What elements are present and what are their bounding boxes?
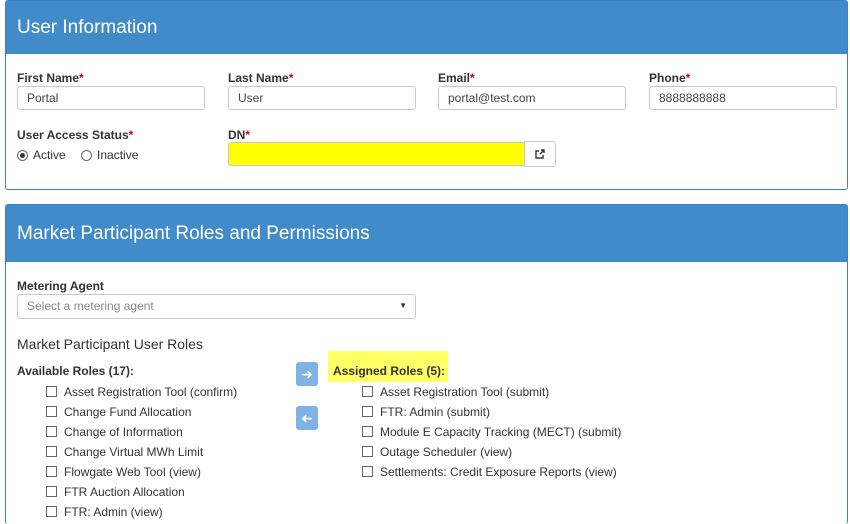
email-label: Email* xyxy=(438,71,475,85)
metering-agent-label: Metering Agent xyxy=(17,279,104,293)
available-roles-label: Available Roles (17): xyxy=(17,364,134,378)
access-status-group: Active Inactive xyxy=(17,148,138,162)
checkbox-icon[interactable] xyxy=(46,426,57,437)
assigned-roles-label: Assigned Roles (5): xyxy=(333,364,446,378)
assigned-role-item[interactable]: Module E Capacity Tracking (MECT) (submi… xyxy=(362,425,621,439)
dn-refresh-button[interactable] xyxy=(524,141,556,167)
arrow-left-icon: ➜ xyxy=(301,410,313,426)
available-role-item[interactable]: Change Virtual MWh Limit xyxy=(46,445,203,459)
checkbox-icon[interactable] xyxy=(46,486,57,497)
phone-label: Phone* xyxy=(649,71,691,85)
first-name-input[interactable]: Portal xyxy=(17,86,205,110)
checkbox-icon[interactable] xyxy=(362,386,373,397)
available-role-item[interactable]: Change of Information xyxy=(46,425,183,439)
radio-active[interactable]: Active xyxy=(17,148,66,162)
roles-header: Market Participant Roles and Permissions xyxy=(6,205,847,262)
checkbox-icon[interactable] xyxy=(46,386,57,397)
assigned-role-item[interactable]: Settlements: Credit Exposure Reports (vi… xyxy=(362,465,617,479)
assigned-role-item[interactable]: Asset Registration Tool (submit) xyxy=(362,385,549,399)
email-input[interactable]: portal@test.com xyxy=(438,86,626,110)
panel-title: Market Participant Roles and Permissions xyxy=(17,222,370,244)
metering-agent-select[interactable]: Select a metering agent ▼ xyxy=(17,294,416,319)
caret-down-icon: ▼ xyxy=(399,301,407,310)
radio-unchecked-icon[interactable] xyxy=(81,150,93,161)
share-icon xyxy=(535,149,545,159)
assigned-role-item[interactable]: Outage Scheduler (view) xyxy=(362,445,512,459)
user-information-header: User Information xyxy=(6,1,847,54)
checkbox-icon[interactable] xyxy=(46,506,57,517)
last-name-label: Last Name* xyxy=(228,71,294,85)
assigned-role-item[interactable]: FTR: Admin (submit) xyxy=(362,405,490,419)
last-name-input[interactable]: User xyxy=(228,86,416,110)
phone-input[interactable]: 8888888888 xyxy=(649,86,837,110)
available-role-item[interactable]: Asset Registration Tool (confirm) xyxy=(46,385,237,399)
access-status-label: User Access Status* xyxy=(17,128,134,142)
radio-checked-icon[interactable] xyxy=(17,150,28,161)
available-role-item[interactable]: Flowgate Web Tool (view) xyxy=(46,465,201,479)
move-right-button[interactable]: ➜ xyxy=(296,362,318,386)
move-left-button[interactable]: ➜ xyxy=(296,406,318,430)
available-role-item[interactable]: FTR Auction Allocation xyxy=(46,485,185,499)
user-information-panel: User Information First Name* Portal Last… xyxy=(5,0,848,190)
available-role-item[interactable]: Change Fund Allocation xyxy=(46,405,191,419)
checkbox-icon[interactable] xyxy=(362,446,373,457)
dn-input[interactable] xyxy=(228,142,524,166)
dn-label: DN* xyxy=(228,128,251,142)
checkbox-icon[interactable] xyxy=(362,426,373,437)
first-name-label: First Name* xyxy=(17,71,84,85)
checkbox-icon[interactable] xyxy=(46,446,57,457)
checkbox-icon[interactable] xyxy=(46,466,57,477)
available-role-item[interactable]: FTR: Admin (view) xyxy=(46,505,163,519)
panel-title: User Information xyxy=(17,16,158,38)
checkbox-icon[interactable] xyxy=(46,406,57,417)
checkbox-icon[interactable] xyxy=(362,466,373,477)
checkbox-icon[interactable] xyxy=(362,406,373,417)
arrow-right-icon: ➜ xyxy=(301,366,313,382)
section-title: Market Participant User Roles xyxy=(17,336,203,352)
roles-panel: Market Participant Roles and Permissions… xyxy=(5,204,848,524)
radio-inactive[interactable]: Inactive xyxy=(81,148,138,162)
